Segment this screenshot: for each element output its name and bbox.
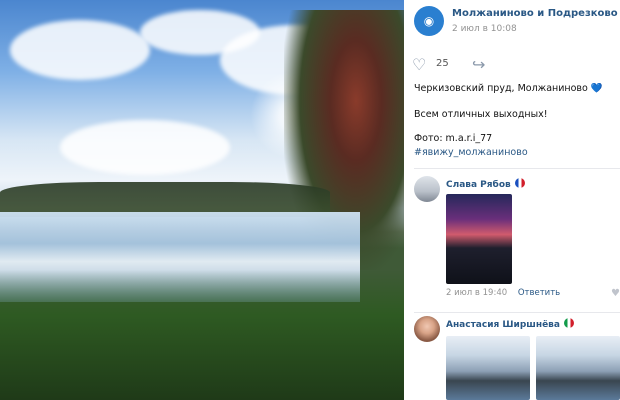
france-flag-icon <box>514 178 525 188</box>
post-text-line-2: Всем отличных выходных! <box>414 109 548 120</box>
comment-photos <box>446 336 620 400</box>
comment-photo[interactable] <box>536 336 620 400</box>
grass-foreground <box>0 270 404 400</box>
likes-count: 25 <box>436 58 449 69</box>
post-timestamp[interactable]: 2 июл в 10:08 <box>452 24 517 34</box>
cloud-shape <box>10 20 150 80</box>
comment-photo[interactable] <box>446 194 512 284</box>
hashtag-link[interactable]: #явижу_молжаниново <box>414 146 614 160</box>
group-name-link[interactable]: Молжаниново и Подрезково <box>452 8 618 19</box>
photo-credit: Фото: m.a.r.i_77 <box>414 133 493 144</box>
post-text-place: Черкизовский пруд, Молжаниново <box>414 83 588 94</box>
group-avatar[interactable]: ◉ <box>414 6 444 36</box>
post-photo[interactable] <box>0 0 404 400</box>
blue-heart-icon: 💙 <box>590 83 603 94</box>
comment: Анастасия Ширшнёва <box>414 316 620 400</box>
italy-flag-icon <box>563 318 574 328</box>
post-actions: ♡ 25 ↪ <box>412 56 612 76</box>
commenter-name-text: Слава Рябов <box>446 180 511 190</box>
divider <box>414 168 620 169</box>
share-icon[interactable]: ↪ <box>472 56 490 74</box>
comment-like-icon[interactable]: ♥ <box>611 288 620 299</box>
commenter-avatar[interactable] <box>414 316 440 342</box>
comment: Слава Рябов 2 июл в 19:40 Ответить ♥ <box>414 176 620 308</box>
post-sidebar: ◉ Молжаниново и Подрезково 2 июл в 10:08… <box>404 0 620 400</box>
commenter-name[interactable]: Слава Рябов <box>446 178 525 190</box>
comment-photo[interactable] <box>446 336 530 400</box>
comment-meta: 2 июл в 19:40 Ответить <box>446 288 560 298</box>
cloud-shape <box>60 120 230 175</box>
heart-icon[interactable]: ♡ <box>412 56 430 74</box>
commenter-name[interactable]: Анастасия Ширшнёва <box>446 318 574 330</box>
post-text-line-1: Черкизовский пруд, Молжаниново 💙 <box>414 82 614 96</box>
comment-timestamp[interactable]: 2 июл в 19:40 <box>446 288 507 298</box>
commenter-avatar[interactable] <box>414 176 440 202</box>
divider <box>414 312 620 313</box>
reply-button[interactable]: Ответить <box>518 288 560 298</box>
commenter-name-text: Анастасия Ширшнёва <box>446 320 560 330</box>
